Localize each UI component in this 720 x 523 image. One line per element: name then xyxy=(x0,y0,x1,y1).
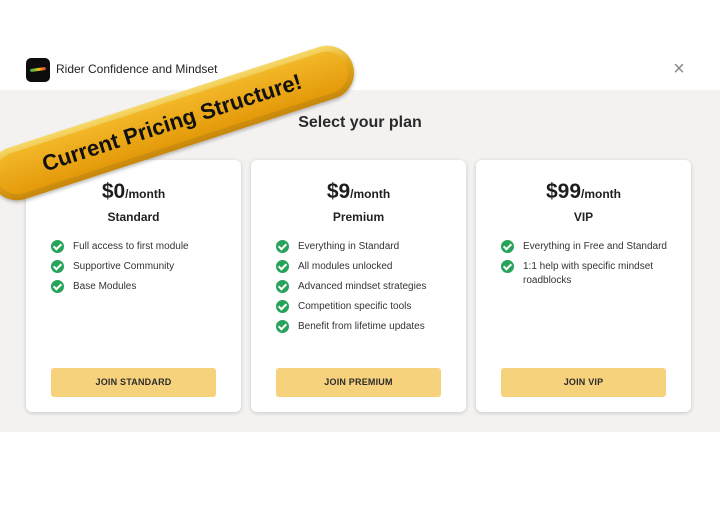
price-period: /month xyxy=(350,187,391,201)
check-circle-icon xyxy=(276,260,289,273)
app-logo-icon xyxy=(26,58,50,82)
price-amount: $0 xyxy=(101,180,126,203)
check-circle-icon xyxy=(276,280,289,293)
check-circle-icon xyxy=(501,240,514,253)
join-premium-button[interactable]: JOIN PREMIUM xyxy=(276,368,441,397)
feature-text: Full access to first module xyxy=(73,241,189,252)
plan-name: Standard xyxy=(107,210,160,224)
feature-text: Advanced mindset strategies xyxy=(298,281,427,292)
join-standard-button[interactable]: JOIN STANDARD xyxy=(51,368,216,397)
price-amount: $99 xyxy=(545,180,582,203)
close-icon[interactable]: × xyxy=(668,58,690,80)
feature-item: Base Modules xyxy=(51,280,226,294)
check-circle-icon xyxy=(276,300,289,313)
price-amount: $9 xyxy=(326,180,351,203)
feature-text: Base Modules xyxy=(73,281,137,292)
price-period: /month xyxy=(125,187,166,201)
feature-item: Everything in Standard xyxy=(276,240,451,254)
price-period: /month xyxy=(581,187,622,201)
feature-item: Competition specific tools xyxy=(276,300,451,314)
check-circle-icon xyxy=(501,260,514,273)
plan-card-vip: $99/month VIP Everything in Free and Sta… xyxy=(476,160,691,412)
plan-price: $9/month xyxy=(251,180,466,204)
feature-item: Supportive Community xyxy=(51,260,226,274)
feature-item: Full access to first module xyxy=(51,240,226,254)
plan-name: VIP xyxy=(573,210,594,224)
feature-text: Everything in Standard xyxy=(298,241,400,252)
check-circle-icon xyxy=(51,240,64,253)
check-circle-icon xyxy=(51,280,64,293)
pricing-page: Rider Confidence and Mindset × Select yo… xyxy=(0,0,720,523)
plan-card-premium: $9/month Premium Everything in Standard … xyxy=(251,160,466,412)
check-circle-icon xyxy=(276,240,289,253)
feature-text: 1:1 help with specific mindset roadblock… xyxy=(523,261,654,286)
feature-list: Full access to first module Supportive C… xyxy=(51,240,226,300)
feature-text: Competition specific tools xyxy=(298,301,412,312)
feature-item: Advanced mindset strategies xyxy=(276,280,451,294)
feature-text: Benefit from lifetime updates xyxy=(298,321,425,332)
feature-list: Everything in Free and Standard 1:1 help… xyxy=(501,240,676,294)
join-vip-button[interactable]: JOIN VIP xyxy=(501,368,666,397)
feature-text: Supportive Community xyxy=(73,261,175,272)
check-circle-icon xyxy=(51,260,64,273)
feature-item: Everything in Free and Standard xyxy=(501,240,676,254)
feature-list: Everything in Standard All modules unloc… xyxy=(276,240,451,340)
modal-header: Rider Confidence and Mindset × xyxy=(0,48,720,90)
plan-card-standard: $0/month Standard Full access to first m… xyxy=(26,160,241,412)
feature-text: Everything in Free and Standard xyxy=(523,241,667,252)
feature-text: All modules unlocked xyxy=(298,261,393,272)
feature-item: 1:1 help with specific mindset roadblock… xyxy=(501,260,676,288)
feature-item: All modules unlocked xyxy=(276,260,451,274)
plan-name: Premium xyxy=(332,210,385,224)
plan-price: $99/month xyxy=(476,180,691,204)
check-circle-icon xyxy=(276,320,289,333)
app-title: Rider Confidence and Mindset xyxy=(56,62,218,76)
feature-item: Benefit from lifetime updates xyxy=(276,320,451,334)
